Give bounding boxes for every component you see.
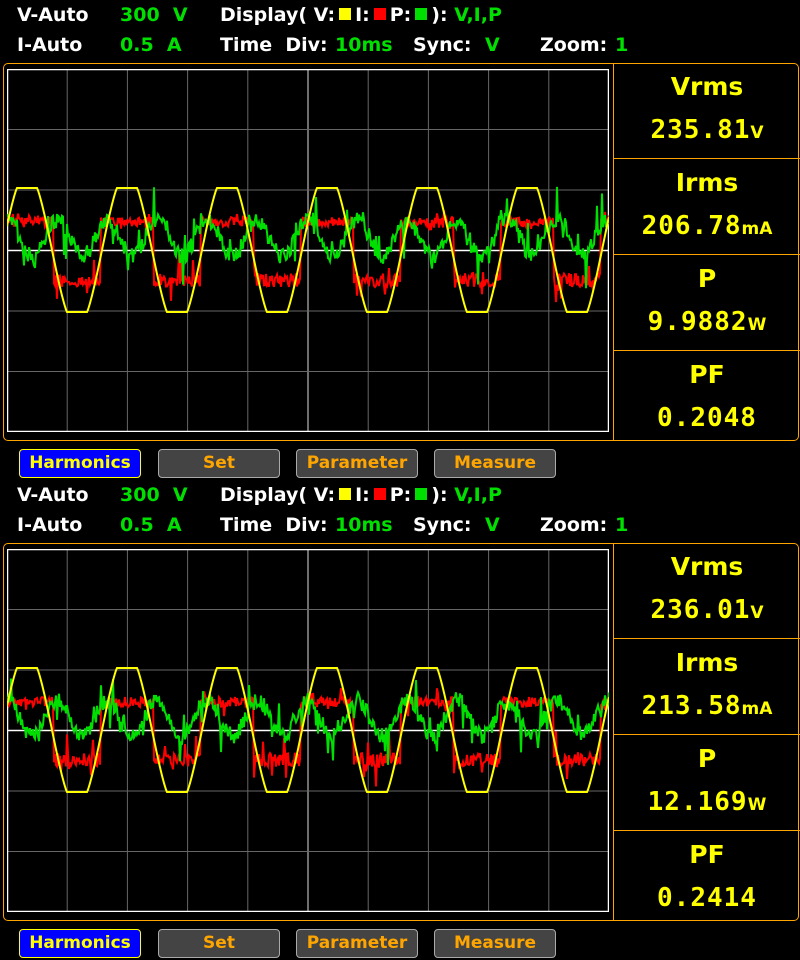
reading-number: 206.78 (641, 211, 742, 241)
reading-value: 235.81V (614, 115, 800, 145)
reading-vrms: Vrms 236.01V (614, 543, 800, 639)
current-key: I: (355, 484, 370, 506)
reading-power-factor: PF 0.2414 (614, 831, 800, 926)
power-color-swatch (415, 8, 428, 20)
power-key: P: (389, 484, 412, 506)
measure-button[interactable]: Measure (434, 929, 556, 958)
sync-value[interactable]: V (485, 34, 500, 56)
reading-value: 0.2414 (614, 883, 800, 913)
sync-label: Sync: (413, 34, 472, 56)
reading-number: 236.01 (650, 595, 751, 625)
reading-unit: V (750, 123, 764, 143)
time-div-label: Time Div: (220, 34, 328, 56)
zoom-value[interactable]: 1 (615, 34, 628, 56)
harmonics-button[interactable]: Harmonics (19, 449, 141, 478)
reading-label: Vrms (670, 552, 744, 581)
waveform-plot (7, 549, 609, 912)
display-value: V,I,P (454, 484, 502, 506)
reading-value: 206.78mA (614, 211, 800, 241)
reading-unit: V (750, 603, 764, 623)
zoom-label: Zoom: (540, 514, 608, 536)
set-button[interactable]: Set (158, 929, 280, 958)
reading-label: Irms (675, 168, 739, 197)
zoom-label: Zoom: (540, 34, 608, 56)
reading-irms: Irms 206.78mA (614, 159, 800, 255)
sync-value[interactable]: V (485, 514, 500, 536)
time-div-value[interactable]: 10ms (335, 34, 393, 56)
reading-vrms: Vrms 235.81V (614, 63, 800, 159)
reading-power-factor: PF 0.2048 (614, 351, 800, 446)
v-range-label: V-Auto (17, 484, 89, 506)
reading-irms: Irms 213.58mA (614, 639, 800, 735)
display-close: ): (431, 484, 448, 506)
reading-number: 12.169 (647, 787, 748, 817)
reading-number: 9.9882 (647, 307, 748, 337)
current-key: I: (355, 4, 370, 26)
v-range-label: V-Auto (17, 4, 89, 26)
reading-number: 0.2414 (657, 883, 757, 913)
reading-value: 9.9882W (614, 307, 800, 337)
display-label: Display( V: (220, 484, 336, 506)
i-range-value[interactable]: 0.5 A (120, 34, 182, 56)
reading-label: PF (689, 840, 725, 869)
time-div-label: Time Div: (220, 514, 328, 536)
reading-unit: mA (741, 219, 773, 239)
parameter-button[interactable]: Parameter (296, 449, 418, 478)
set-button[interactable]: Set (158, 449, 280, 478)
reading-value: 236.01V (614, 595, 800, 625)
scope-panel-2: V-Auto 300 V Display( V: I: P:): V,I,P I-A… (0, 480, 800, 960)
voltage-color-swatch (339, 488, 352, 500)
v-range-value[interactable]: 300 V (120, 484, 188, 506)
zoom-value[interactable]: 1 (615, 514, 628, 536)
i-range-label: I-Auto (17, 34, 83, 56)
scope-panel-1: V-Auto 300 V Display( V: I: P:): V,I,P I-A… (0, 0, 800, 480)
reading-label: PF (689, 360, 725, 389)
measure-button[interactable]: Measure (434, 449, 556, 478)
time-div-value[interactable]: 10ms (335, 514, 393, 536)
waveform-plot (7, 69, 609, 432)
reading-value: 213.58mA (614, 691, 800, 721)
readings-panel: Vrms 235.81V Irms 206.78mA P 9.9882W PF … (613, 63, 800, 441)
reading-value: 0.2048 (614, 403, 800, 433)
display-label: Display( V: (220, 4, 336, 26)
voltage-color-swatch (339, 8, 352, 20)
harmonics-button[interactable]: Harmonics (19, 929, 141, 958)
reading-unit: W (747, 795, 767, 815)
reading-unit: mA (741, 699, 773, 719)
reading-unit: W (747, 315, 767, 335)
reading-number: 213.58 (641, 691, 742, 721)
reading-number: 0.2048 (657, 403, 757, 433)
display-legend[interactable]: Display( V: I: P:): V,I,P (220, 484, 502, 506)
sync-label: Sync: (413, 514, 472, 536)
display-value: V,I,P (454, 4, 502, 26)
reading-label: P (697, 264, 717, 293)
i-range-label: I-Auto (17, 514, 83, 536)
power-key: P: (389, 4, 412, 26)
reading-label: Irms (675, 648, 739, 677)
power-color-swatch (415, 488, 428, 500)
i-range-value[interactable]: 0.5 A (120, 514, 182, 536)
v-range-value[interactable]: 300 V (120, 4, 188, 26)
readings-panel: Vrms 236.01V Irms 213.58mA P 12.169W PF … (613, 543, 800, 921)
reading-power: P 9.9882W (614, 255, 800, 351)
reading-power: P 12.169W (614, 735, 800, 831)
display-close: ): (431, 4, 448, 26)
current-color-swatch (373, 488, 386, 500)
display-legend[interactable]: Display( V: I: P:): V,I,P (220, 4, 502, 26)
reading-label: Vrms (670, 72, 744, 101)
parameter-button[interactable]: Parameter (296, 929, 418, 958)
reading-value: 12.169W (614, 787, 800, 817)
current-color-swatch (373, 8, 386, 20)
reading-label: P (697, 744, 717, 773)
reading-number: 235.81 (650, 115, 751, 145)
